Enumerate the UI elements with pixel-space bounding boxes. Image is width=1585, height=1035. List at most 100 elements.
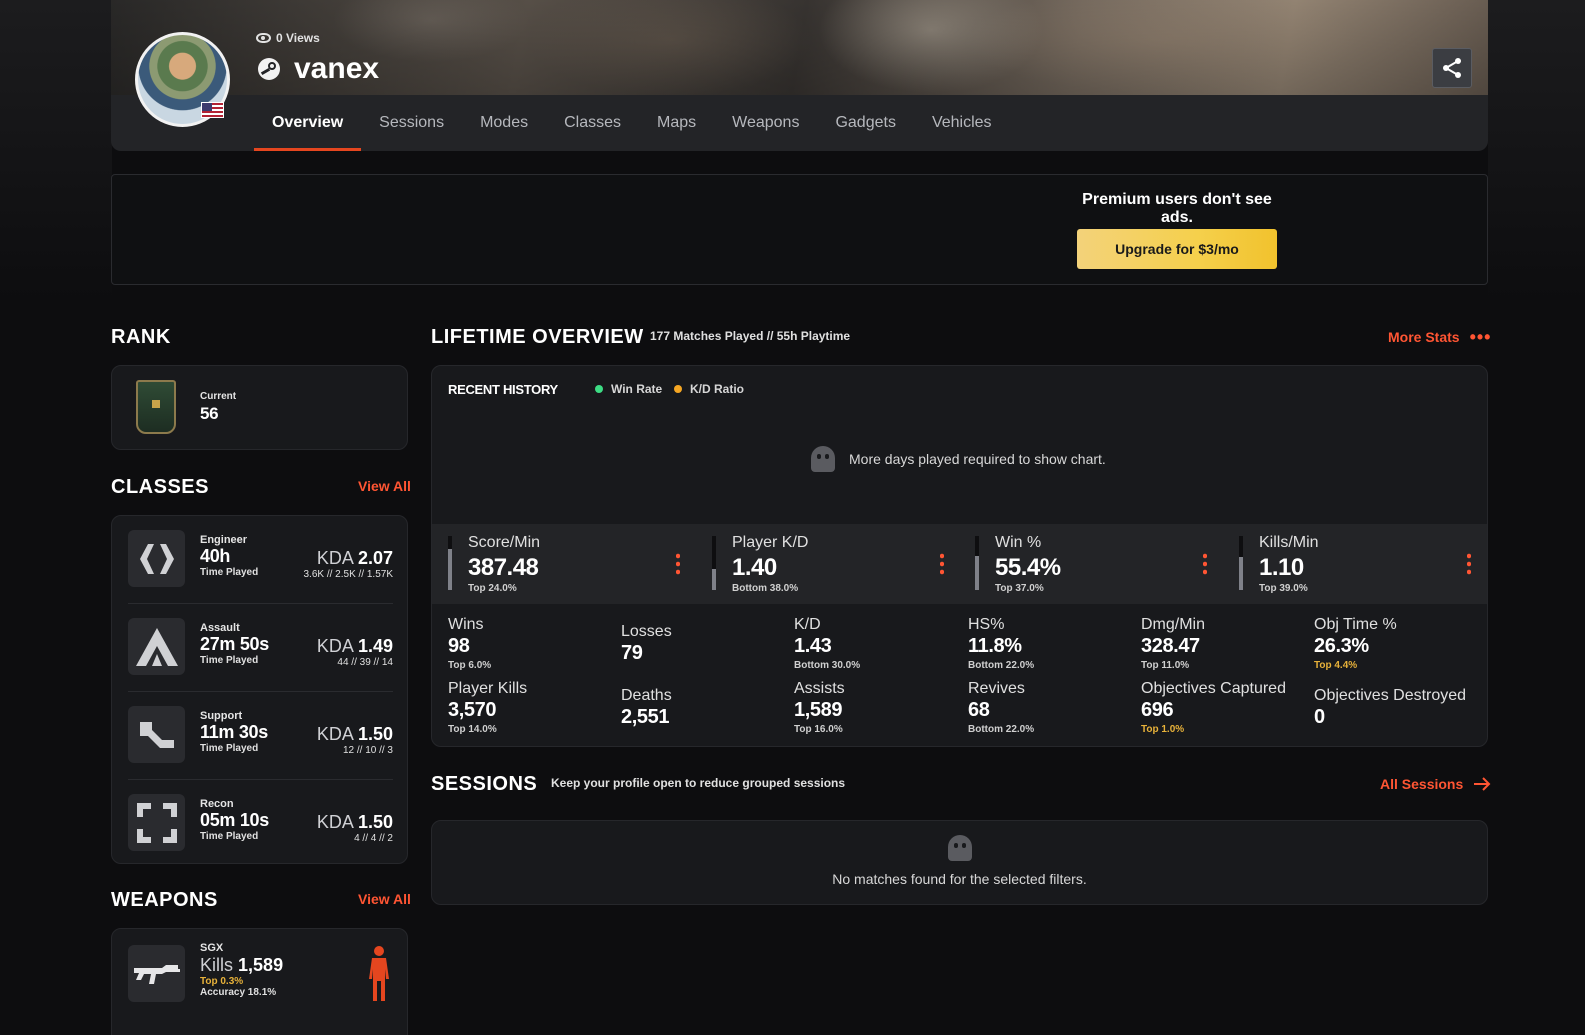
stat-player-kills: Player Kills 3,570 Top 14.0%	[448, 680, 527, 735]
stat-obj-time: Obj Time % 26.3% Top 4.4%	[1314, 616, 1397, 671]
weapon-kills-label: Kills	[200, 955, 234, 975]
tab-gadgets[interactable]: Gadgets	[817, 95, 913, 151]
stat-level-bar	[448, 536, 452, 590]
stat-menu-icon[interactable]	[940, 552, 944, 576]
stat-label: Revives	[968, 680, 1025, 697]
arrow-right-icon	[1474, 777, 1491, 791]
stat-player-kd[interactable]: Player K/D 1.40 Bottom 38.0%	[712, 534, 962, 594]
legend-win-rate[interactable]: Win Rate	[595, 382, 662, 396]
all-sessions-label: All Sessions	[1380, 776, 1464, 792]
us-flag-icon	[201, 102, 224, 118]
more-dots-icon: •••	[1469, 327, 1492, 347]
share-button[interactable]	[1432, 48, 1472, 88]
class-time-label: Time Played	[200, 567, 259, 578]
class-row-support[interactable]: Support 11m 30s Time Played KDA 1.50 12 …	[128, 692, 393, 780]
weapon-card[interactable]: SGX Kills 1,589 Top 0.3% Accuracy 18.1%	[111, 928, 408, 1035]
stat-level-bar	[975, 536, 979, 590]
tab-vehicles[interactable]: Vehicles	[914, 95, 1010, 151]
class-row-assault[interactable]: Assault 27m 50s Time Played KDA 1.49 44 …	[128, 604, 393, 692]
tab-maps[interactable]: Maps	[639, 95, 714, 151]
stat-label: Losses	[621, 623, 672, 640]
stat-label: Kills/Min	[1259, 534, 1319, 551]
stat-kills-min[interactable]: Kills/Min 1.10 Top 39.0%	[1239, 534, 1489, 594]
legend-label: Win Rate	[611, 382, 663, 396]
legend-kd-ratio[interactable]: K/D Ratio	[674, 382, 744, 396]
engineer-icon	[128, 530, 185, 587]
profile-header: 0 Views vanex Overview Sessions Modes Cl…	[111, 0, 1488, 151]
ad-message: Premium users don't see ads.	[1082, 191, 1272, 226]
all-sessions-link[interactable]: All Sessions	[1380, 776, 1491, 792]
class-row-engineer[interactable]: Engineer 40h Time Played KDA 2.07 3.6K /…	[128, 516, 393, 604]
tab-modes[interactable]: Modes	[462, 95, 546, 151]
kda-value: 1.49	[357, 636, 393, 656]
stat-menu-icon[interactable]	[1467, 552, 1471, 576]
stat-deaths: Deaths 2,551	[621, 687, 672, 729]
kda-detail: 4 // 4 // 2	[354, 833, 393, 844]
class-name: Recon	[200, 798, 234, 810]
rank-label: Current	[200, 391, 237, 402]
stat-rank: Bottom 30.0%	[794, 660, 861, 671]
classes-view-all-link[interactable]: View All	[358, 478, 411, 494]
tab-sessions[interactable]: Sessions	[361, 95, 462, 151]
tab-classes[interactable]: Classes	[546, 95, 639, 151]
kda-label: KDA	[316, 724, 353, 744]
stat-rank: Top 4.4%	[1314, 660, 1358, 671]
support-icon	[128, 706, 185, 763]
tab-weapons[interactable]: Weapons	[714, 95, 817, 151]
upgrade-button[interactable]: Upgrade for $3/mo	[1077, 229, 1277, 269]
view-count: 0 Views	[256, 31, 320, 45]
ghost-icon	[811, 446, 835, 472]
stat-label: K/D	[794, 616, 821, 633]
stat-value: 1.43	[794, 635, 832, 657]
kda-detail: 12 // 10 // 3	[342, 745, 393, 756]
weapons-view-all-link[interactable]: View All	[358, 891, 411, 907]
stat-hs-pct: HS% 11.8% Bottom 22.0%	[968, 616, 1034, 671]
tab-overview[interactable]: Overview	[254, 95, 362, 151]
stat-kd: K/D 1.43 Bottom 30.0%	[794, 616, 860, 671]
stat-label: Win %	[995, 534, 1042, 551]
stat-label: Assists	[794, 680, 845, 697]
kda-value: 2.07	[357, 548, 393, 568]
stat-menu-icon[interactable]	[1203, 552, 1207, 576]
stat-value: 2,551	[621, 706, 670, 728]
recon-icon	[128, 794, 185, 851]
stat-level-bar	[1239, 536, 1243, 590]
class-time: 40h	[200, 546, 231, 566]
rifle-icon	[128, 945, 185, 1002]
stat-value: 11.8%	[968, 635, 1022, 657]
stat-level-fill	[975, 555, 979, 590]
stat-wins: Wins 98 Top 6.0%	[448, 616, 491, 671]
class-time-label: Time Played	[200, 655, 259, 666]
stat-score-min[interactable]: Score/Min 387.48 Top 24.0%	[448, 534, 698, 594]
class-time: 05m 10s	[200, 810, 269, 830]
stat-label: Player K/D	[732, 534, 809, 551]
stat-label: Score/Min	[468, 534, 541, 551]
assault-icon	[128, 618, 185, 675]
player-name: vanex	[294, 52, 380, 85]
stat-label: Dmg/Min	[1141, 616, 1206, 633]
stat-value: 696	[1141, 699, 1174, 721]
stat-value: 26.3%	[1314, 635, 1369, 657]
stat-rank: Top 39.0%	[1259, 583, 1308, 594]
hitbox-body-icon	[369, 946, 389, 1001]
stat-menu-icon[interactable]	[676, 552, 680, 576]
weapon-accuracy: Accuracy 18.1%	[200, 987, 277, 998]
stat-rank: Bottom 22.0%	[968, 724, 1035, 735]
kda-detail: 3.6K // 2.5K // 1.57K	[303, 569, 393, 580]
class-name: Assault	[200, 622, 240, 634]
stat-rank: Top 6.0%	[448, 660, 492, 671]
eye-icon	[256, 33, 271, 43]
class-row-recon[interactable]: Recon 05m 10s Time Played KDA 1.50 4 // …	[128, 780, 393, 868]
stat-level-fill	[448, 548, 452, 590]
stat-label: Obj Time %	[1314, 616, 1397, 633]
stat-value: 3,570	[448, 699, 497, 721]
legend-dot-green	[595, 385, 603, 393]
weapon-name: SGX	[200, 942, 224, 954]
profile-nav: Overview Sessions Modes Classes Maps Wea…	[254, 95, 1010, 151]
stat-win-pct[interactable]: Win % 55.4% Top 37.0%	[975, 534, 1225, 594]
more-stats-link[interactable]: More Stats •••	[1388, 327, 1492, 347]
chart-empty-text: More days played required to show chart.	[849, 451, 1106, 467]
stat-rank: Top 37.0%	[995, 583, 1044, 594]
class-time-label: Time Played	[200, 831, 259, 842]
stat-assists: Assists 1,589 Top 16.0%	[794, 680, 845, 735]
